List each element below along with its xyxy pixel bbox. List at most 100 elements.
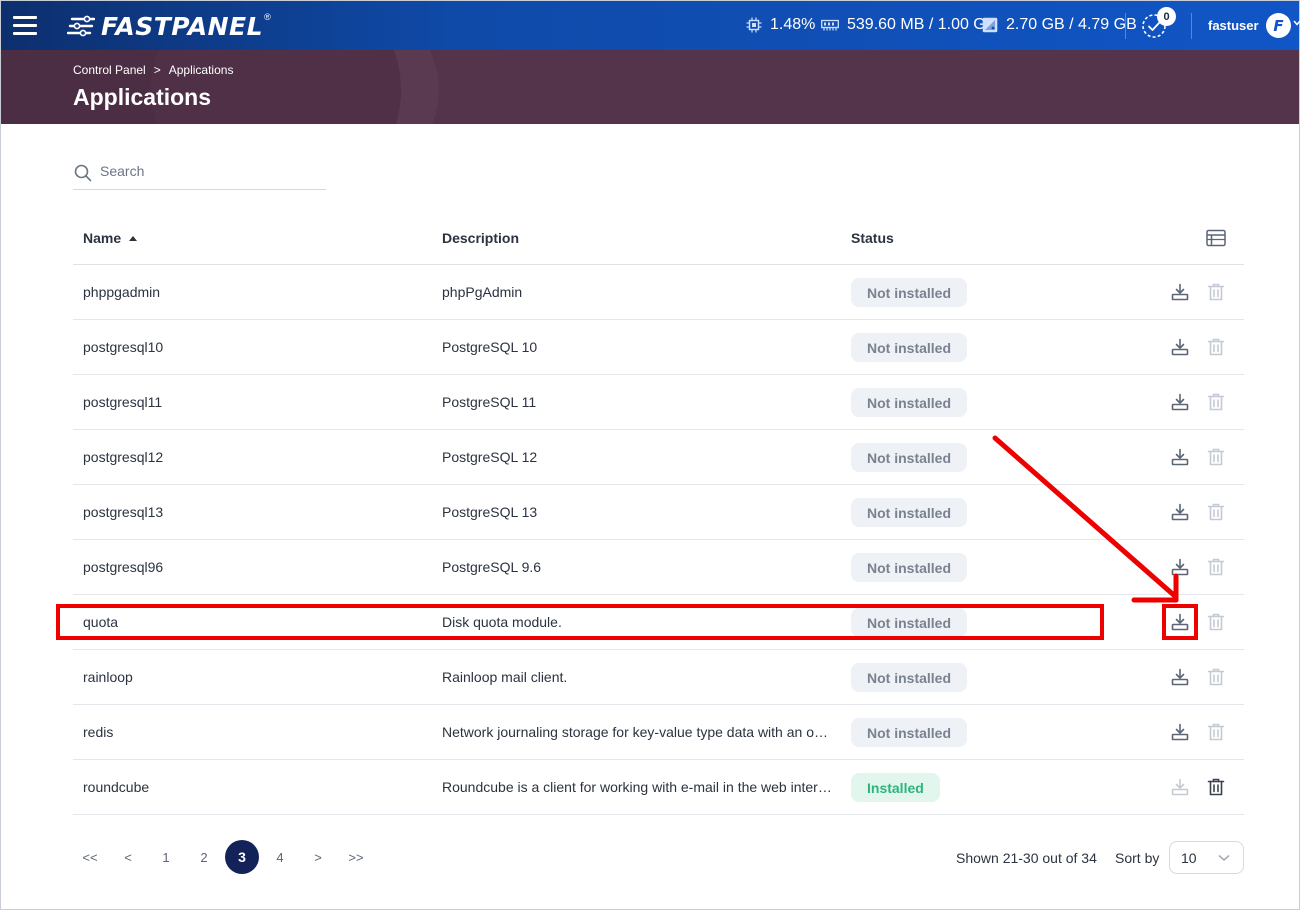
cpu-stat: 1.48% <box>746 16 815 34</box>
next-page-button[interactable]: > <box>301 840 335 874</box>
status-badge: Not installed <box>851 388 968 417</box>
install-button[interactable] <box>1169 776 1191 798</box>
delete-button[interactable] <box>1205 556 1227 578</box>
status-badge: Not installed <box>851 443 968 472</box>
page-button-3[interactable]: 3 <box>225 840 259 874</box>
page-button-4[interactable]: 4 <box>263 840 297 874</box>
search-icon <box>74 164 92 182</box>
breadcrumb-root-link[interactable]: Control Panel <box>73 63 146 77</box>
app-description: PostgreSQL 9.6 <box>442 559 542 575</box>
trash-icon <box>1207 338 1225 356</box>
app-description: Rainloop mail client. <box>442 669 568 685</box>
download-icon <box>1171 338 1189 356</box>
delete-button[interactable] <box>1205 776 1227 798</box>
breadcrumb: Control Panel > Applications <box>73 63 233 77</box>
install-button[interactable] <box>1169 446 1191 468</box>
download-icon <box>1171 778 1189 796</box>
trash-icon <box>1207 613 1225 631</box>
download-icon <box>1171 283 1189 301</box>
logo-text: FASTPANEL <box>101 11 264 41</box>
status-badge: Installed <box>851 773 940 802</box>
shown-count-text: Shown 21-30 out of 34 <box>956 850 1097 866</box>
avatar[interactable]: F <box>1266 13 1291 38</box>
column-header-status-label: Status <box>851 230 894 246</box>
logo-sliders-icon <box>67 15 95 37</box>
download-icon <box>1171 668 1189 686</box>
app-name: postgresql12 <box>83 449 164 465</box>
delete-button[interactable] <box>1205 666 1227 688</box>
delete-button[interactable] <box>1205 501 1227 523</box>
table-row: postgresql96 PostgreSQL 9.6 Not installe… <box>73 540 1244 595</box>
memory-usage-value: 539.60 MB / 1.00 GB <box>847 16 997 33</box>
breadcrumb-current: Applications <box>168 63 234 77</box>
prev-page-button[interactable]: < <box>111 840 145 874</box>
app-description: PostgreSQL 10 <box>442 339 538 355</box>
cpu-icon <box>746 17 762 33</box>
status-badge: Not installed <box>851 553 968 582</box>
delete-button[interactable] <box>1205 336 1227 358</box>
column-header-description[interactable]: Description <box>442 230 519 246</box>
app-description: Network journaling storage for key-value… <box>442 724 832 740</box>
table-row: roundcube Roundcube is a client for work… <box>73 760 1244 815</box>
column-header-name-label: Name <box>83 230 122 246</box>
app-description: phpPgAdmin <box>442 284 523 300</box>
column-header-status[interactable]: Status <box>851 230 894 246</box>
app-description: Roundcube is a client for working with e… <box>442 779 832 795</box>
fastpanel-logo[interactable]: FASTPANEL ® <box>67 11 271 41</box>
search-input[interactable] <box>100 161 320 181</box>
delete-button[interactable] <box>1205 446 1227 468</box>
per-page-select[interactable]: 10 <box>1169 841 1244 874</box>
disk-usage-value: 2.70 GB / 4.79 GB <box>1006 16 1137 33</box>
install-button[interactable] <box>1169 666 1191 688</box>
delete-button[interactable] <box>1205 611 1227 633</box>
delete-button[interactable] <box>1205 391 1227 413</box>
page-button-1[interactable]: 1 <box>149 840 183 874</box>
table-columns-icon[interactable] <box>1206 229 1226 247</box>
app-name: postgresql13 <box>83 504 164 520</box>
column-header-name[interactable]: Name <box>83 230 138 246</box>
table-row: rainloop Rainloop mail client. Not insta… <box>73 650 1244 705</box>
install-button[interactable] <box>1169 336 1191 358</box>
delete-button[interactable] <box>1205 721 1227 743</box>
app-name: redis <box>83 724 114 740</box>
status-badge: Not installed <box>851 663 968 692</box>
last-page-button[interactable]: >> <box>339 840 373 874</box>
top-navbar: FASTPANEL ® 1.48% 539.60 MB / 1.00 GB 2.… <box>1 1 1300 50</box>
logo-registered-mark: ® <box>264 12 271 22</box>
disk-icon <box>982 17 998 33</box>
page-button-2[interactable]: 2 <box>187 840 221 874</box>
user-name[interactable]: fastuser <box>1208 18 1259 33</box>
app-description: PostgreSQL 11 <box>442 394 537 410</box>
memory-stat: 539.60 MB / 1.00 GB <box>821 16 996 34</box>
app-name: postgresql10 <box>83 339 164 355</box>
hamburger-icon[interactable] <box>13 13 39 37</box>
status-badge: Not installed <box>851 278 968 307</box>
status-badge: Not installed <box>851 333 968 362</box>
app-name: postgresql11 <box>83 394 163 410</box>
chevron-down-icon[interactable] <box>1293 20 1300 26</box>
app-name: postgresql96 <box>83 559 164 575</box>
app-name: roundcube <box>83 779 150 795</box>
trash-icon <box>1207 393 1225 411</box>
page-title: Applications <box>73 84 212 110</box>
table-header: Name Description Status <box>73 210 1244 265</box>
download-icon <box>1171 393 1189 411</box>
install-button[interactable] <box>1169 556 1191 578</box>
trash-icon <box>1207 668 1225 686</box>
delete-button[interactable] <box>1205 281 1227 303</box>
install-button[interactable] <box>1169 391 1191 413</box>
trash-icon <box>1207 503 1225 521</box>
app-description: PostgreSQL 13 <box>442 504 538 520</box>
install-button[interactable] <box>1169 281 1191 303</box>
table-row: postgresql13 PostgreSQL 13 Not installed <box>73 485 1244 540</box>
app-description: PostgreSQL 12 <box>442 449 538 465</box>
install-button[interactable] <box>1169 721 1191 743</box>
table-row: postgresql12 PostgreSQL 12 Not installed <box>73 430 1244 485</box>
first-page-button[interactable]: << <box>73 840 107 874</box>
download-icon <box>1171 723 1189 741</box>
install-button[interactable] <box>1169 501 1191 523</box>
status-badge: Not installed <box>851 718 968 747</box>
topbar-divider <box>1191 13 1192 39</box>
disk-stat: 2.70 GB / 4.79 GB <box>982 16 1137 34</box>
per-page-value: 10 <box>1181 850 1197 866</box>
